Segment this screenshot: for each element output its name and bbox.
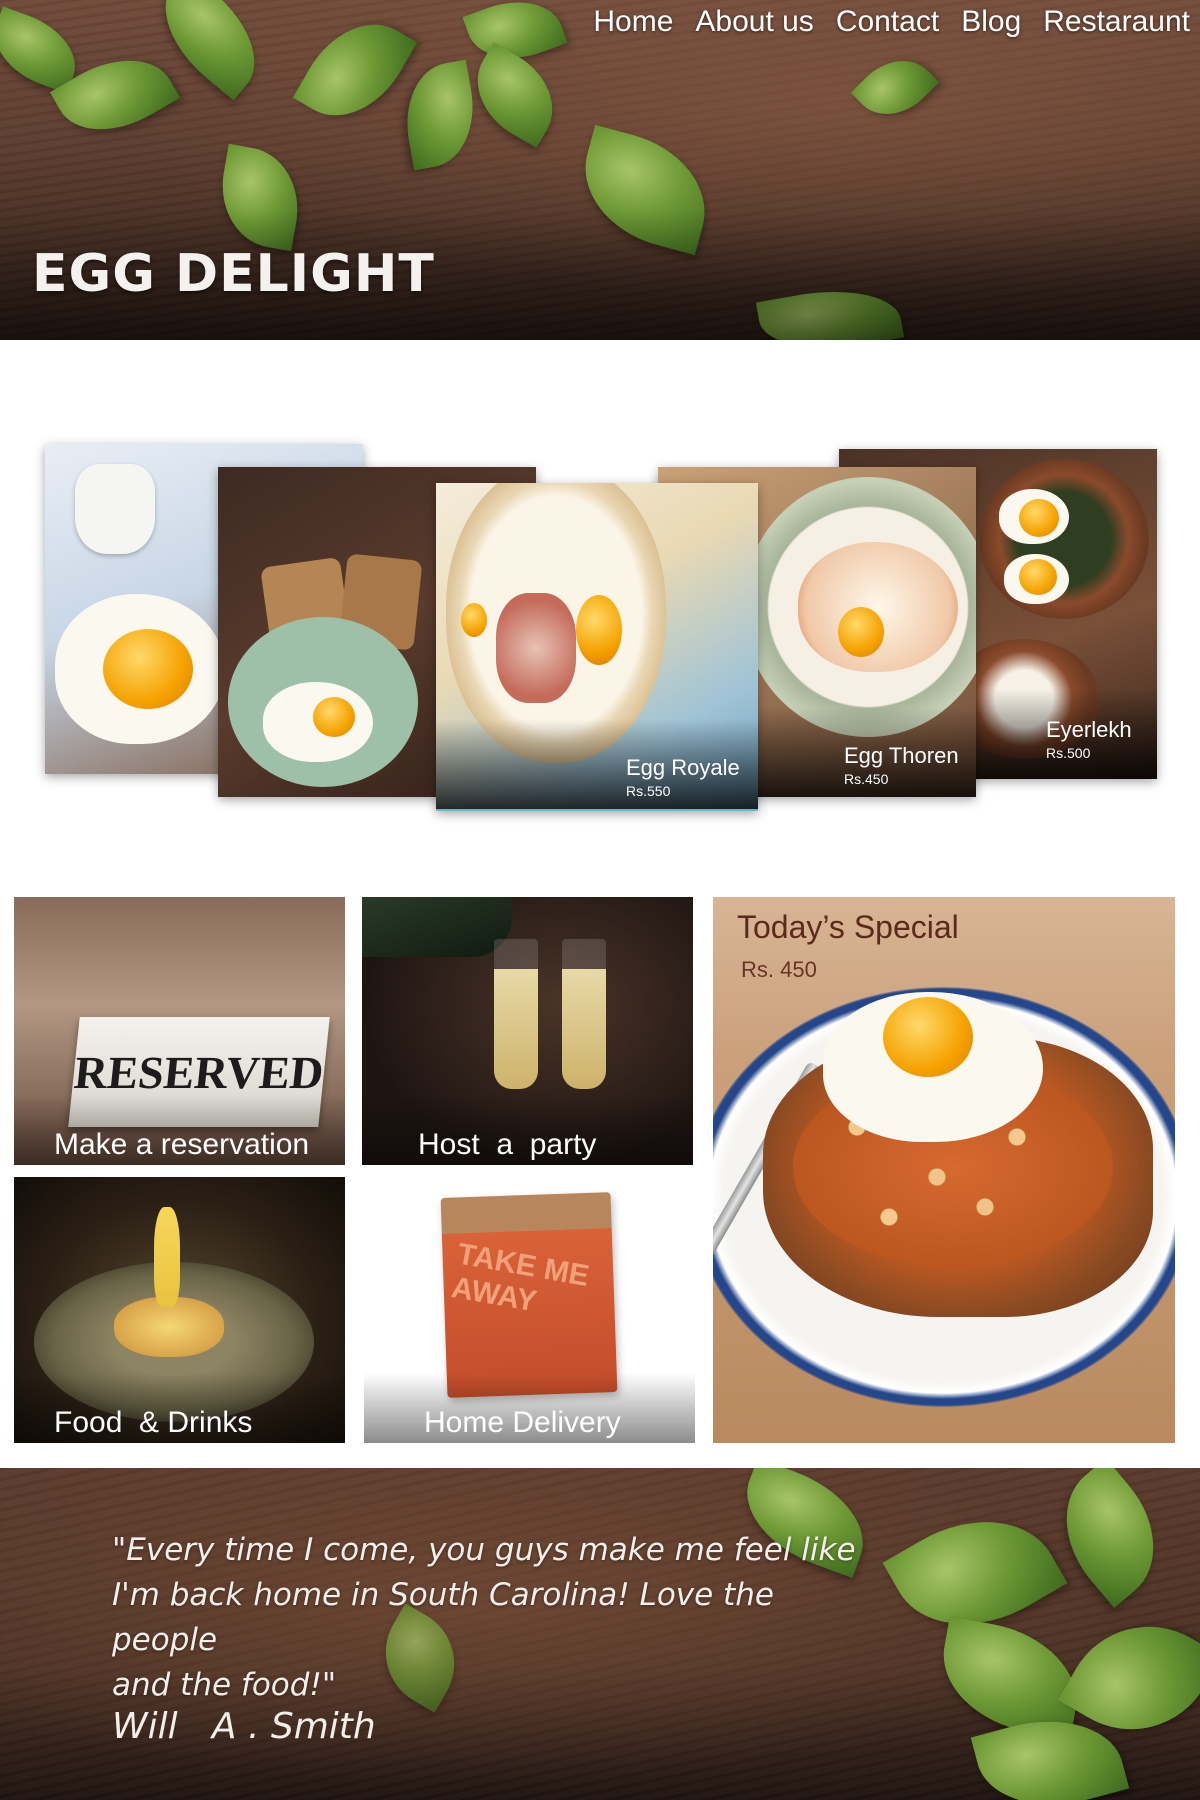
champagne-bottle-image: [362, 897, 512, 957]
nav-about-link[interactable]: About us: [695, 2, 813, 42]
food-drinks-label-text: Food & Drinks: [54, 1406, 253, 1439]
nav-home-link[interactable]: Home: [593, 2, 673, 42]
basil-leaf-decoration: [569, 124, 721, 256]
todays-special-price: Rs. 450: [741, 957, 817, 982]
party-tile[interactable]: Host a party: [362, 897, 693, 1165]
poached-egg-image: [798, 542, 958, 672]
reservation-label: Make a reservation: [14, 1095, 345, 1165]
basil-leaf-decoration: [212, 143, 308, 252]
carousel-card-name: Egg Royale: [626, 755, 740, 780]
home-delivery-label: Home Delivery: [364, 1373, 695, 1443]
party-label-text: Host a party: [418, 1128, 597, 1161]
egg-yolk-image: [883, 997, 973, 1077]
basil-leaf-decoration: [458, 42, 572, 148]
todays-special-title: Today’s Special: [737, 909, 959, 945]
egg-yolk-image: [461, 603, 487, 637]
egg-yolk-image: [838, 607, 884, 657]
hero-banner: Home About us Contact Blog Restaraunt EG…: [0, 0, 1200, 340]
home-delivery-tile[interactable]: TAKE ME AWAY Home Delivery: [364, 1177, 695, 1443]
main-nav: Home About us Contact Blog Restaraunt: [593, 2, 1190, 42]
home-delivery-label-text: Home Delivery: [424, 1406, 621, 1439]
carousel-card-price: Rs.500: [1046, 745, 1091, 761]
carousel-card-featured[interactable]: Egg Royale Rs.550: [436, 483, 758, 811]
egg-yolk-image: [576, 595, 622, 665]
carousel-card-name: Egg Thoren: [844, 743, 959, 768]
testimonial-author: Will A . Smith: [112, 1706, 376, 1747]
crab-meat-image: [496, 593, 576, 703]
egg-yolk-image: [1019, 499, 1059, 537]
basil-leaf-decoration: [755, 278, 905, 340]
basil-leaf-decoration: [850, 43, 940, 132]
party-label: Host a party: [362, 1095, 693, 1165]
egg-yolk-image: [1019, 559, 1057, 595]
egg-yolk-image: [103, 629, 193, 709]
carousel-card-price: Rs.450: [844, 771, 889, 787]
reservation-tile[interactable]: RESERVED Make a reservation: [14, 897, 345, 1165]
reserved-sign-text: RESERVED: [71, 1046, 327, 1098]
todays-special-card[interactable]: Today’s Special Rs. 450: [713, 897, 1175, 1443]
basil-leaf-decoration: [932, 1616, 1088, 1740]
takeaway-bag-text: TAKE ME AWAY: [449, 1237, 592, 1319]
basil-leaf-decoration: [396, 59, 484, 171]
basil-leaf-decoration: [292, 2, 418, 138]
hollandaise-pour-image: [154, 1207, 180, 1307]
nav-restaurant-link[interactable]: Restaraunt: [1043, 2, 1190, 42]
testimonial-quote: "Every time I come, you guys make me fee…: [112, 1532, 856, 1703]
champagne-glass-image: [494, 939, 538, 1089]
nav-blog-link[interactable]: Blog: [961, 2, 1021, 42]
brand-title: EGG DELIGHT: [32, 244, 435, 304]
takeaway-bag-image: TAKE ME AWAY: [440, 1192, 618, 1398]
champagne-glass-image: [562, 939, 606, 1089]
testimonial-section: "Every time I come, you guys make me fee…: [0, 1468, 1200, 1800]
carousel-card-price: Rs.550: [626, 783, 671, 799]
milk-jug-image: [75, 464, 155, 554]
nav-contact-link[interactable]: Contact: [836, 2, 939, 42]
carousel-card-name: Eyerlekh: [1046, 717, 1132, 742]
reservation-label-text: Make a reservation: [54, 1128, 310, 1161]
dish-carousel: Egg Thoren Rs.450 Eyerlekh Rs.500 Egg Ro…: [0, 430, 1200, 830]
food-drinks-tile[interactable]: Food & Drinks: [14, 1177, 345, 1443]
skillet-image: [979, 459, 1149, 619]
egg-yolk-image: [313, 697, 355, 737]
food-drinks-label: Food & Drinks: [14, 1373, 345, 1443]
